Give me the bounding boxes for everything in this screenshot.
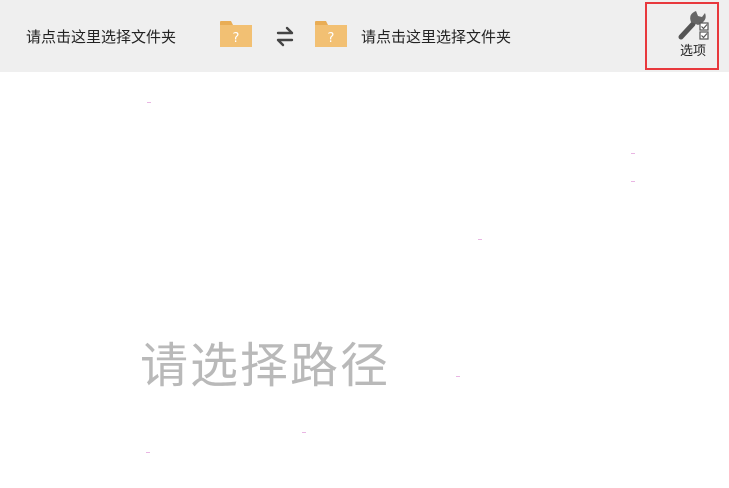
toolbar: 请点击这里选择文件夹 ? ? 请点击这里选择文件夹 选项 bbox=[0, 0, 729, 72]
speck bbox=[631, 181, 635, 182]
right-folder-badge: ? bbox=[328, 31, 335, 46]
select-path-placeholder: 请选择路径 bbox=[140, 338, 391, 394]
speck bbox=[478, 239, 482, 240]
speck bbox=[631, 153, 635, 154]
speck bbox=[146, 452, 150, 453]
speck bbox=[302, 432, 306, 433]
left-folder-path-label[interactable]: 请点击这里选择文件夹 bbox=[26, 27, 176, 47]
swap-arrows-icon[interactable] bbox=[272, 24, 298, 48]
speck bbox=[456, 376, 460, 377]
speck bbox=[147, 102, 151, 103]
right-folder-icon[interactable]: ? bbox=[314, 20, 348, 48]
options-button[interactable]: 选项 bbox=[668, 6, 718, 66]
right-folder-path-label[interactable]: 请点击这里选择文件夹 bbox=[361, 27, 511, 47]
wrench-checklist-icon bbox=[678, 11, 709, 40]
left-folder-icon[interactable]: ? bbox=[219, 20, 253, 48]
left-folder-badge: ? bbox=[233, 31, 240, 46]
options-label: 选项 bbox=[679, 44, 706, 59]
